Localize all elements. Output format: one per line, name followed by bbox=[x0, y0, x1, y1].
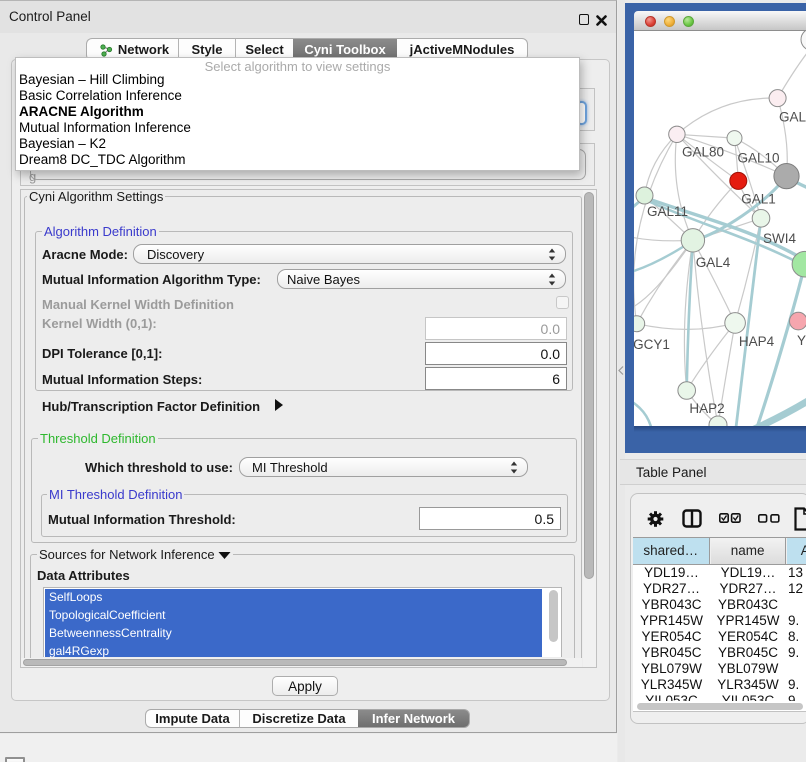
svg-text:GAL10: GAL10 bbox=[737, 151, 779, 166]
svg-text:GAL11: GAL11 bbox=[647, 204, 688, 219]
svg-text:GAL7: GAL7 bbox=[779, 110, 806, 125]
svg-text:SWI4: SWI4 bbox=[763, 231, 796, 246]
svg-text:GAL80: GAL80 bbox=[682, 145, 724, 160]
svg-text:HAP4: HAP4 bbox=[739, 334, 775, 349]
svg-text:GCY1: GCY1 bbox=[634, 337, 670, 352]
svg-text:HAP2: HAP2 bbox=[689, 401, 724, 416]
svg-text:YJL: YJL bbox=[797, 333, 806, 348]
svg-text:GAL1: GAL1 bbox=[741, 192, 776, 207]
svg-text:GAL4: GAL4 bbox=[696, 255, 731, 270]
